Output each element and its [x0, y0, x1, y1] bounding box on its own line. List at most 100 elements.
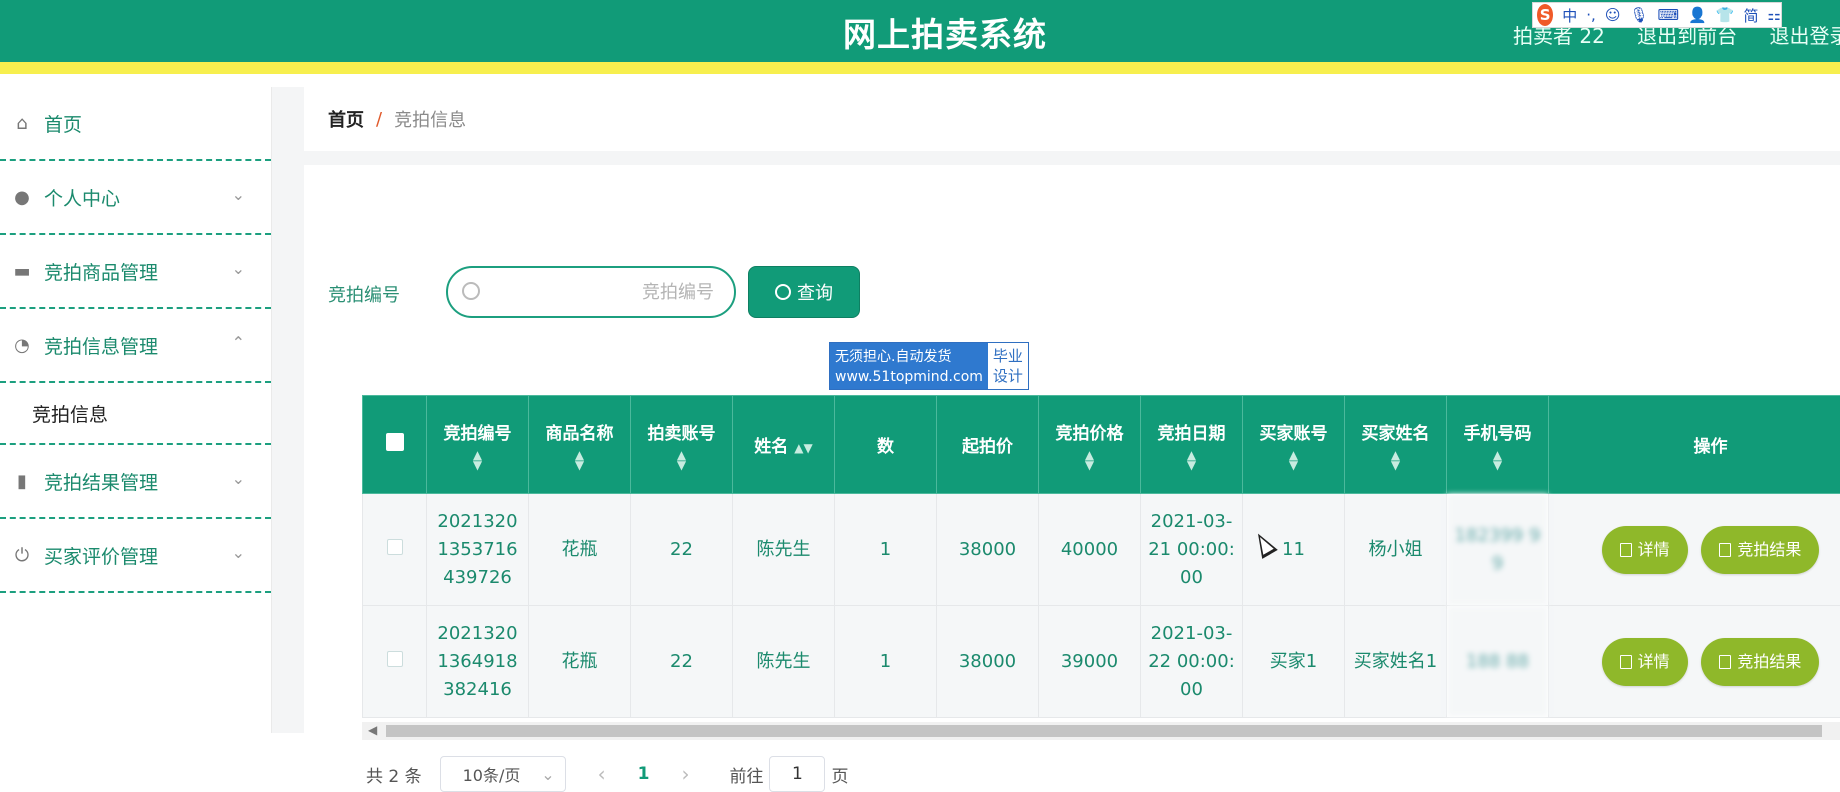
col-buyer-name[interactable]: 买家姓名▲▼ [1345, 396, 1447, 494]
row-checkbox[interactable] [387, 539, 403, 555]
ad-overlay: 无须担心.自动发货 www.51topmind.com 毕业 设计 [829, 342, 1029, 390]
ad-line2: www.51topmind.com [835, 367, 983, 387]
horizontal-scrollbar[interactable]: ◀ ▶ [362, 722, 1840, 740]
row-select-cell[interactable] [363, 606, 427, 718]
col-bid-date[interactable]: 竞拍日期▲▼ [1141, 396, 1243, 494]
ime-logo-icon[interactable]: S [1537, 4, 1553, 26]
ime-voice-icon[interactable]: 🎙 [1629, 6, 1648, 24]
select-all-header[interactable] [363, 396, 427, 494]
cell-bid-price: 40000 [1039, 494, 1141, 606]
page-number-current[interactable]: 1 [638, 764, 650, 784]
sort-icon[interactable]: ▲▼ [1141, 450, 1242, 470]
sidebar-item-label: 竞拍信息管理 [44, 332, 158, 359]
microphone-icon: ▮ [12, 471, 32, 491]
search-box[interactable] [446, 266, 736, 318]
bid-result-button[interactable]: 竞拍结果 [1701, 638, 1819, 686]
sidebar-item-label: 首页 [44, 110, 82, 137]
sort-icon[interactable]: ▲▼ [1447, 450, 1548, 470]
ime-chinese-icon[interactable]: 中 [1562, 5, 1577, 26]
goto-label: 前往 [729, 762, 763, 787]
sidebar-item-label: 个人中心 [44, 184, 120, 211]
page-size-select[interactable]: 10条/页 ⌄ [440, 756, 566, 792]
sidebar-item-result-mgmt[interactable]: ▮ 竞拍结果管理 ⌄ [0, 445, 271, 519]
col-name[interactable]: 姓名 ▲▼ [733, 396, 835, 494]
scroll-left-icon[interactable]: ◀ [368, 723, 377, 737]
ime-keyboard-icon[interactable]: ⌨ [1658, 6, 1680, 24]
sidebar-item-bid-info-mgmt[interactable]: ◔ 竞拍信息管理 ⌃ [0, 309, 271, 383]
row-checkbox[interactable] [387, 651, 403, 667]
cell-buyer-account: 买家1 [1243, 606, 1345, 718]
pagination-total: 共 2 条 [366, 762, 422, 787]
table-row: 20213201364918382416 花瓶 22 陈先生 1 38000 3… [363, 606, 1840, 718]
prev-page-icon[interactable]: ‹ [598, 762, 606, 786]
ime-emoji-icon[interactable]: ☺ [1605, 6, 1621, 24]
col-product[interactable]: 商品名称▲▼ [529, 396, 631, 494]
sidebar-item-personal-center[interactable]: ● 个人中心 ⌄ [0, 161, 271, 235]
cell-phone: 188 88 [1447, 606, 1549, 718]
sidebar-item-label: 买家评价管理 [44, 542, 158, 569]
breadcrumb: 首页 / 竞拍信息 [304, 87, 1840, 151]
breadcrumb-separator: / [376, 109, 382, 130]
col-buyer-account[interactable]: 买家账号▲▼ [1243, 396, 1345, 494]
bid-result-button[interactable]: 竞拍结果 [1701, 526, 1819, 574]
ime-skin-icon[interactable]: 👕 [1716, 6, 1735, 24]
sort-icon[interactable]: ▲▼ [631, 450, 732, 470]
table-row: 20213201353716439726 花瓶 22 陈先生 1 38000 4… [363, 494, 1840, 606]
sort-icon[interactable]: ▲▼ [1345, 450, 1446, 470]
chevron-down-icon: ⌄ [232, 185, 245, 204]
cell-buyer-name: 买家姓名1 [1345, 606, 1447, 718]
accent-line [0, 62, 1840, 74]
ime-grid-icon[interactable]: ⚏ [1768, 6, 1781, 24]
sidebar-item-review-mgmt[interactable]: ⏻ 买家评价管理 ⌄ [0, 519, 271, 593]
sort-icon[interactable]: ▲▼ [529, 450, 630, 470]
ad-right2: 设计 [993, 366, 1023, 386]
sort-icon[interactable]: ▲▼ [1243, 450, 1344, 470]
cell-bid-price: 39000 [1039, 606, 1141, 718]
col-bid-price[interactable]: 竞拍价格▲▼ [1039, 396, 1141, 494]
user-icon: ● [12, 187, 32, 207]
chevron-down-icon: ⌄ [232, 543, 245, 562]
page-suffix: 页 [831, 762, 848, 787]
col-seller-account[interactable]: 拍卖账号▲▼ [631, 396, 733, 494]
sort-icon[interactable]: ▲▼ [427, 450, 528, 470]
goto-page-input[interactable]: 1 [769, 756, 825, 792]
cell-phone: 182399 99 [1447, 494, 1549, 606]
cell-name: 陈先生 [733, 494, 835, 606]
next-page-icon[interactable]: › [681, 762, 689, 786]
query-button[interactable]: 查询 [748, 266, 860, 318]
cell-start-price: 38000 [937, 494, 1039, 606]
col-phone[interactable]: 手机号码▲▼ [1447, 396, 1549, 494]
cell-bid-date: 2021-03-21 00:00:00 [1141, 494, 1243, 606]
col-bid-no[interactable]: 竞拍编号▲▼ [427, 396, 529, 494]
breadcrumb-home[interactable]: 首页 [328, 106, 364, 132]
ime-punct-icon[interactable]: ·, [1586, 6, 1596, 24]
ime-simplified-icon[interactable]: 简 [1744, 5, 1759, 26]
col-start-price[interactable]: 起拍价 [937, 396, 1039, 494]
col-quantity[interactable]: 数 [835, 396, 937, 494]
briefcase-icon: ▬ [12, 261, 32, 281]
document-icon [1620, 655, 1632, 669]
search-label: 竞拍编号 [328, 281, 400, 307]
chevron-down-icon: ⌄ [232, 469, 245, 488]
cell-actions: 详情 竞拍结果 [1549, 606, 1840, 718]
detail-button[interactable]: 详情 [1602, 638, 1688, 686]
select-all-checkbox[interactable] [386, 433, 404, 451]
ime-toolbar[interactable]: S 中 ·, ☺ 🎙 ⌨ 👤 👕 简 ⚏ [1532, 2, 1782, 28]
cell-quantity: 1 [835, 606, 937, 718]
sidebar-item-home[interactable]: ⌂ 首页 [0, 87, 271, 161]
sort-icon[interactable]: ▲▼ [794, 441, 812, 455]
row-select-cell[interactable] [363, 494, 427, 606]
detail-button[interactable]: 详情 [1602, 526, 1688, 574]
sidebar-item-product-mgmt[interactable]: ▬ 竞拍商品管理 ⌄ [0, 235, 271, 309]
search-input[interactable] [488, 278, 714, 306]
sort-icon[interactable]: ▲▼ [1039, 450, 1140, 470]
content-card: 竞拍编号 查询 竞拍编号▲▼ 商品名称▲▼ [304, 165, 1840, 733]
scrollbar-thumb[interactable] [386, 725, 1822, 737]
ime-user-icon[interactable]: 👤 [1688, 6, 1707, 24]
col-actions: 操作 [1549, 396, 1840, 494]
sidebar-subitem-bid-info[interactable]: 竞拍信息 [0, 383, 271, 445]
cell-quantity: 1 [835, 494, 937, 606]
cell-seller-account: 22 [631, 606, 733, 718]
cell-bid-no: 20213201353716439726 [427, 494, 529, 606]
breadcrumb-current: 竞拍信息 [394, 106, 466, 132]
